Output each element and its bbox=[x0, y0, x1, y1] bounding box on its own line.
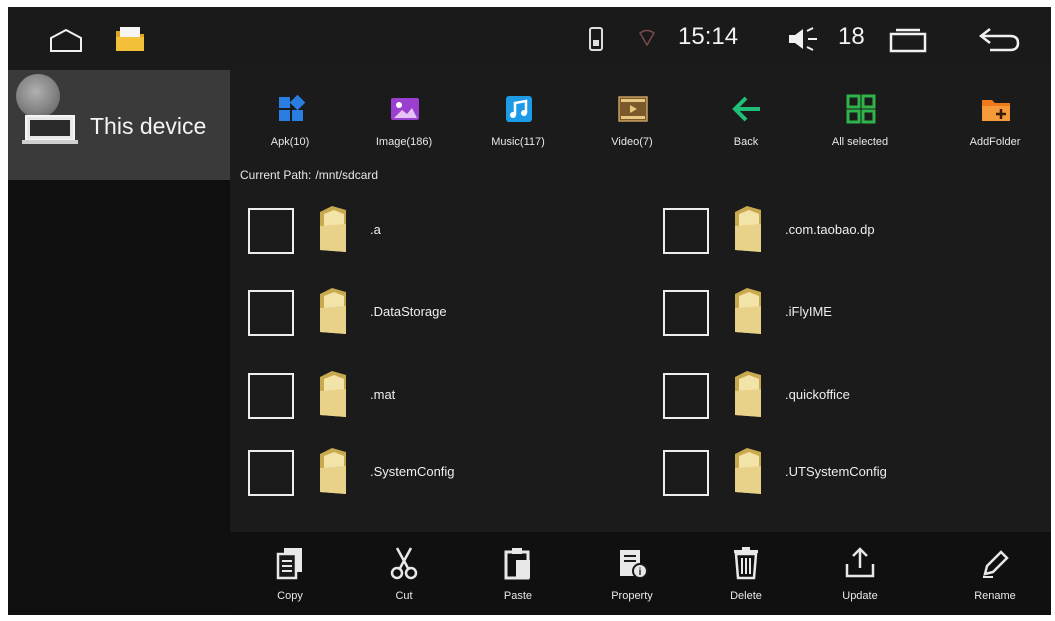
property-icon: i bbox=[616, 546, 648, 580]
file-name: .mat bbox=[370, 387, 396, 402]
status-bar: 15:14 18 bbox=[8, 7, 1051, 70]
folder-icon bbox=[733, 369, 763, 419]
cut-button[interactable]: Cut bbox=[354, 532, 454, 615]
file-item[interactable]: .quickoffice bbox=[655, 365, 1051, 425]
file-name: .DataStorage bbox=[370, 304, 447, 319]
item-checkbox[interactable] bbox=[248, 290, 294, 336]
current-path: Current Path:/mnt/sdcard bbox=[240, 168, 382, 182]
android-screen: 15:14 18 This device Apk(10) Image(186) … bbox=[8, 7, 1051, 615]
delete-label: Delete bbox=[730, 590, 762, 602]
file-name: .iFlyIME bbox=[785, 304, 832, 319]
file-item[interactable]: .mat bbox=[240, 365, 640, 425]
file-name: .quickoffice bbox=[785, 387, 850, 402]
copy-label: Copy bbox=[277, 590, 303, 602]
file-item[interactable]: .DataStorage bbox=[240, 282, 640, 342]
sidebar-item-label: This device bbox=[90, 113, 207, 139]
music-icon bbox=[504, 94, 534, 124]
file-item[interactable]: .a bbox=[240, 200, 640, 260]
back-button[interactable]: Back bbox=[696, 70, 796, 162]
folder-icon bbox=[318, 369, 348, 419]
update-label: Update bbox=[842, 590, 878, 602]
upload-icon bbox=[844, 546, 876, 580]
rename-label: Rename bbox=[974, 590, 1016, 602]
file-item[interactable]: .SystemConfig bbox=[240, 442, 640, 502]
item-checkbox[interactable] bbox=[248, 450, 294, 496]
music-filter-button[interactable]: Music(117) bbox=[468, 70, 568, 162]
action-bar: Copy Cut Paste i Property Delete Update bbox=[230, 532, 1051, 615]
apk-icon bbox=[276, 94, 306, 124]
select-all-label: All selected bbox=[831, 136, 889, 148]
sidebar-item-this-device[interactable]: This device bbox=[8, 70, 230, 180]
item-checkbox[interactable] bbox=[663, 208, 709, 254]
folder-icon bbox=[733, 204, 763, 254]
apk-label: Apk(10) bbox=[270, 136, 310, 148]
item-checkbox[interactable] bbox=[248, 208, 294, 254]
apk-filter-button[interactable]: Apk(10) bbox=[240, 70, 340, 162]
select-all-button[interactable]: All selected bbox=[810, 70, 910, 162]
sd-card-icon bbox=[588, 26, 604, 52]
signal-icon bbox=[638, 29, 656, 47]
file-name: .a bbox=[370, 222, 381, 237]
item-checkbox[interactable] bbox=[663, 373, 709, 419]
rename-button[interactable]: Rename bbox=[945, 532, 1045, 615]
item-checkbox[interactable] bbox=[248, 373, 294, 419]
volume-icon[interactable] bbox=[783, 25, 823, 53]
folder-icon bbox=[733, 286, 763, 336]
add-folder-icon bbox=[981, 94, 1011, 124]
image-filter-button[interactable]: Image(186) bbox=[354, 70, 454, 162]
recent-apps-icon[interactable] bbox=[888, 27, 928, 53]
device-icon bbox=[22, 112, 78, 146]
folder-icon bbox=[318, 204, 348, 254]
pencil-icon bbox=[979, 546, 1011, 580]
image-icon bbox=[390, 94, 420, 124]
folder-app-icon[interactable] bbox=[114, 23, 146, 53]
back-arrow-icon[interactable] bbox=[976, 25, 1022, 53]
category-toolbar: Apk(10) Image(186) Music(117) Video(7) B… bbox=[230, 70, 1051, 162]
add-folder-button[interactable]: AddFolder bbox=[945, 70, 1045, 162]
update-button[interactable]: Update bbox=[810, 532, 910, 615]
status-time: 15:14 bbox=[678, 23, 739, 50]
file-name: .SystemConfig bbox=[370, 464, 455, 479]
svg-text:i: i bbox=[639, 567, 642, 578]
file-item[interactable]: .iFlyIME bbox=[655, 282, 1051, 342]
item-checkbox[interactable] bbox=[663, 290, 709, 336]
current-path-label: Current Path: bbox=[240, 168, 312, 182]
select-all-icon bbox=[846, 94, 876, 124]
back-arrow-icon bbox=[732, 94, 762, 124]
music-label: Music(117) bbox=[491, 136, 545, 148]
sidebar: This device bbox=[8, 70, 230, 615]
add-folder-label: AddFolder bbox=[969, 136, 1021, 148]
video-icon bbox=[618, 94, 648, 124]
current-path-value: /mnt/sdcard bbox=[315, 168, 379, 182]
file-name: .com.taobao.dp bbox=[785, 222, 875, 237]
property-label: Property bbox=[611, 590, 653, 602]
home-icon[interactable] bbox=[48, 27, 84, 53]
paste-button[interactable]: Paste bbox=[468, 532, 568, 615]
cut-label: Cut bbox=[395, 590, 413, 602]
folder-icon bbox=[318, 286, 348, 336]
volume-level: 18 bbox=[838, 23, 865, 50]
image-label: Image(186) bbox=[375, 136, 433, 148]
back-label: Back bbox=[733, 136, 759, 148]
folder-icon bbox=[318, 446, 348, 496]
delete-button[interactable]: Delete bbox=[696, 532, 796, 615]
paste-icon bbox=[502, 546, 534, 580]
copy-button[interactable]: Copy bbox=[240, 532, 340, 615]
file-item[interactable]: .UTSystemConfig bbox=[655, 442, 1051, 502]
trash-icon bbox=[730, 546, 762, 580]
property-button[interactable]: i Property bbox=[582, 532, 682, 615]
item-checkbox[interactable] bbox=[663, 450, 709, 496]
paste-label: Paste bbox=[503, 590, 533, 602]
scissors-icon bbox=[388, 546, 420, 580]
copy-icon bbox=[274, 546, 306, 580]
video-filter-button[interactable]: Video(7) bbox=[582, 70, 682, 162]
file-name: .UTSystemConfig bbox=[785, 464, 887, 479]
video-label: Video(7) bbox=[611, 136, 653, 148]
folder-icon bbox=[733, 446, 763, 496]
file-browser: Apk(10) Image(186) Music(117) Video(7) B… bbox=[230, 70, 1051, 615]
file-item[interactable]: .com.taobao.dp bbox=[655, 200, 1051, 260]
